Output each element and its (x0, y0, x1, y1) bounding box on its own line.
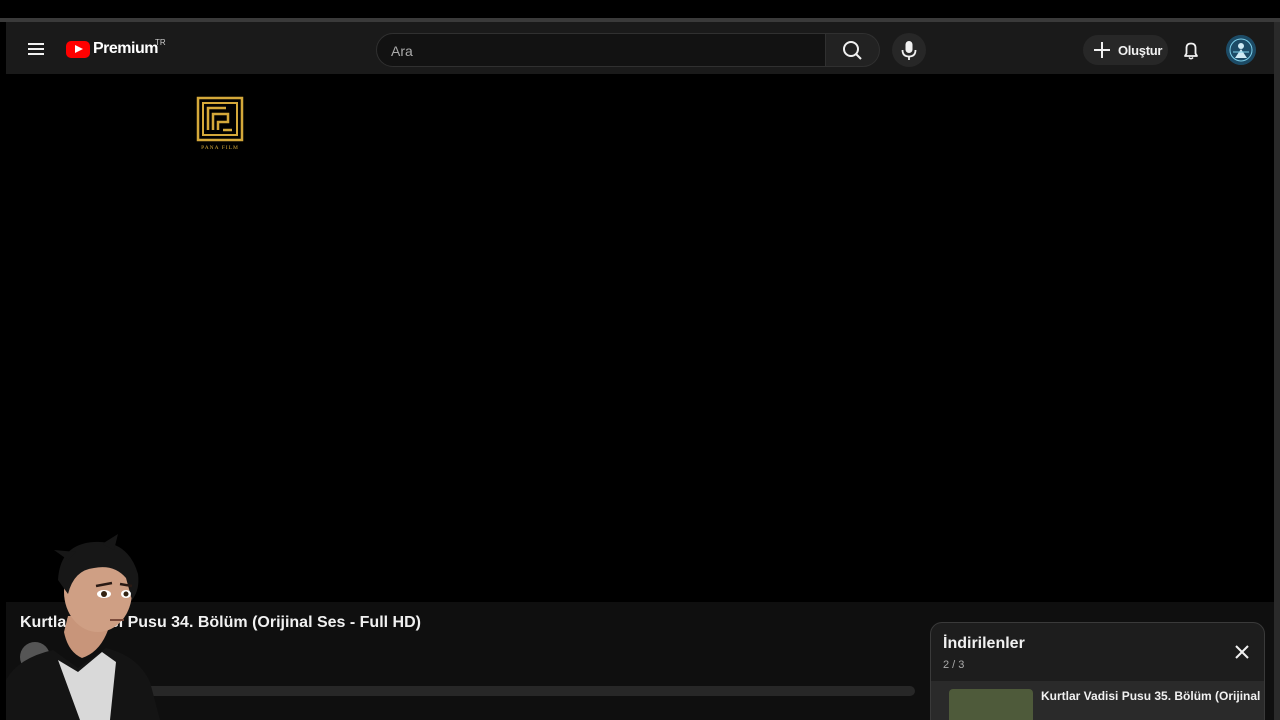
voice-search-button[interactable] (892, 33, 926, 67)
pana-film-logo-text: PANA FILM (201, 145, 239, 151)
search-icon (843, 41, 862, 60)
logo-text: Premium (93, 40, 158, 57)
masthead: Premium TR Oluştur (6, 22, 1274, 74)
microphone-icon (901, 41, 917, 60)
playlist-panel: İndirilenler 2 / 3 Kurtlar Vadisi Pusu 3… (930, 622, 1265, 720)
search-button[interactable] (826, 33, 880, 67)
streamer-avatar-overlay (6, 534, 160, 720)
menu-icon-bar (28, 43, 44, 45)
playlist-item-thumbnail (949, 689, 1033, 720)
playlist-title[interactable]: İndirilenler (943, 635, 1025, 653)
bell-icon (1184, 42, 1198, 60)
create-label: Oluştur (1118, 42, 1163, 58)
close-icon (1235, 645, 1249, 659)
create-button[interactable]: Oluştur (1083, 35, 1168, 65)
playlist-item-title: Kurtlar Vadisi Pusu 35. Bölüm (Orijinal (1041, 689, 1261, 703)
youtube-app: Premium TR Oluştur (6, 22, 1274, 720)
notifications-button[interactable] (1176, 36, 1206, 66)
window-right-border (1274, 22, 1280, 720)
account-avatar[interactable] (1226, 35, 1256, 65)
playlist-item[interactable]: Kurtlar Vadisi Pusu 35. Bölüm (Orijinal (931, 681, 1264, 720)
close-playlist-button[interactable] (1229, 639, 1255, 665)
menu-button[interactable] (20, 35, 52, 63)
country-code: TR (155, 38, 166, 47)
youtube-play-icon (66, 40, 90, 58)
pana-film-logo: PANA FILM (196, 96, 244, 151)
plus-icon (1091, 39, 1113, 61)
youtube-premium-logo[interactable]: Premium (66, 36, 158, 62)
menu-icon-bar (28, 48, 44, 50)
video-player[interactable]: PANA FILM (6, 74, 1274, 602)
avatar-image (1226, 35, 1256, 65)
playlist-position: 2 / 3 (943, 659, 965, 671)
search-box (376, 33, 826, 68)
menu-icon-bar (28, 53, 44, 55)
search-input[interactable] (389, 34, 813, 68)
